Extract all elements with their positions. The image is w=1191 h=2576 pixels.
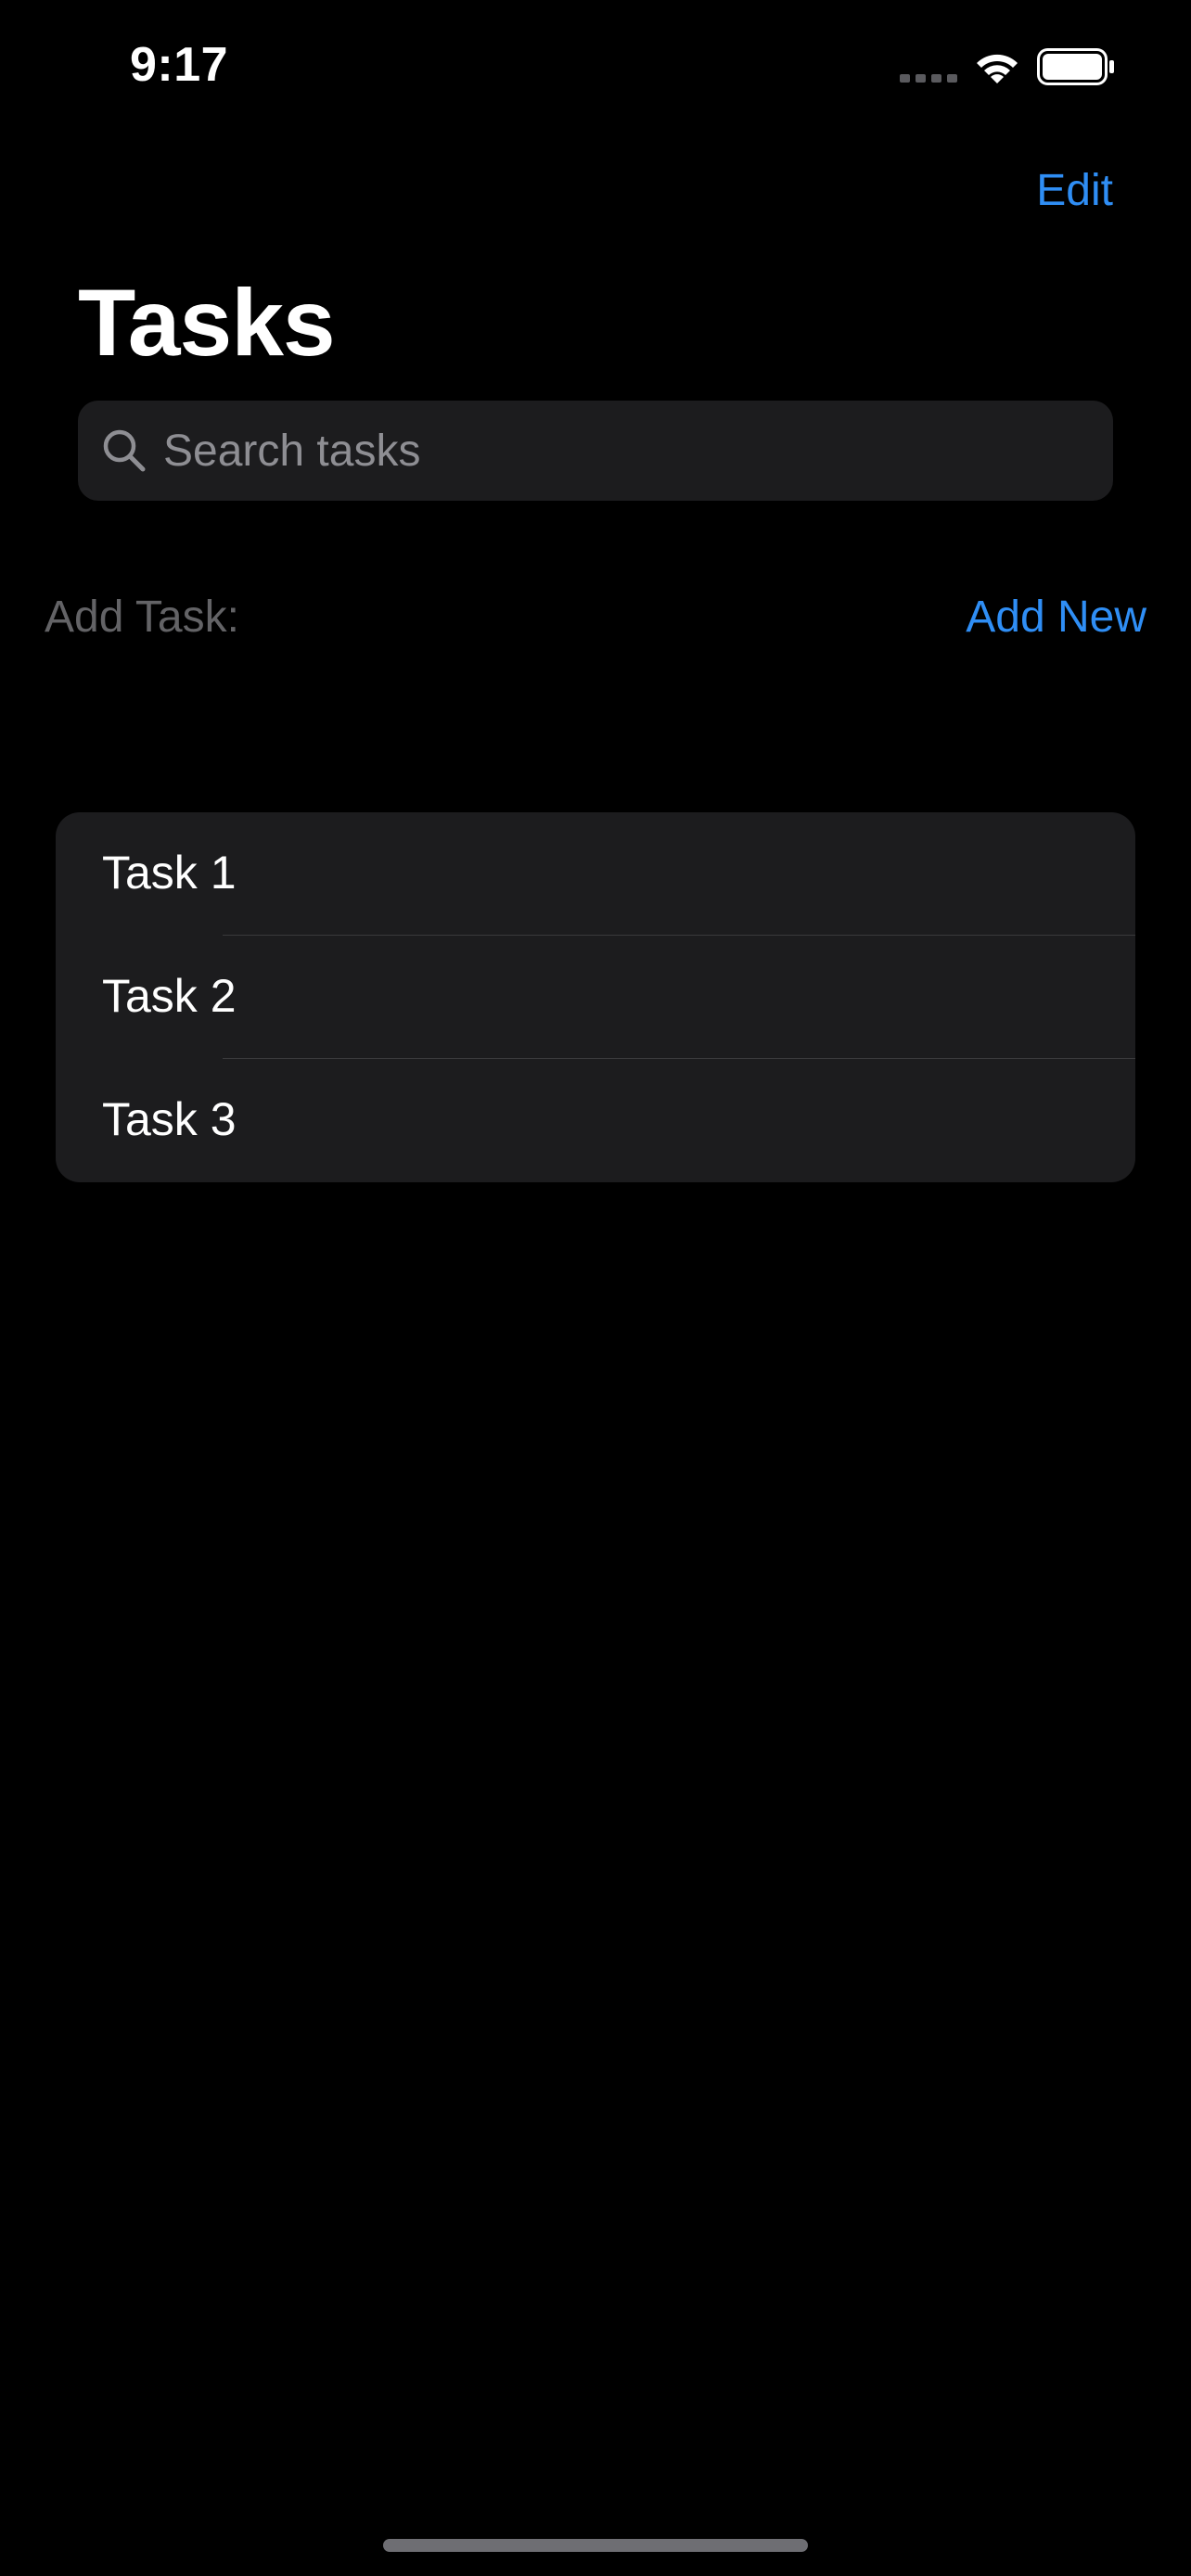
add-task-label: Add Task: [45,593,239,642]
status-time: 9:17 [130,38,229,92]
task-label: Task 2 [102,970,237,1022]
home-indicator [383,2539,808,2552]
task-row[interactable]: Task 1 [56,812,1135,936]
battery-icon [1037,48,1114,85]
task-row[interactable]: Task 2 [56,936,1135,1059]
search-input[interactable] [163,401,1091,501]
task-row[interactable]: Task 3 [56,1059,1135,1182]
page-title: Tasks [78,270,336,376]
status-bar: 9:17 [0,0,1191,139]
task-label: Task 1 [102,847,237,899]
add-new-button[interactable]: Add New [966,592,1146,643]
task-label: Task 3 [102,1093,237,1145]
wifi-icon [977,54,1018,83]
task-list: Task 1 Task 2 Task 3 [56,812,1135,1182]
cellular-signal-icon [900,74,957,83]
search-bar[interactable] [78,401,1113,501]
search-icon [103,429,146,472]
edit-button[interactable]: Edit [1036,165,1113,216]
